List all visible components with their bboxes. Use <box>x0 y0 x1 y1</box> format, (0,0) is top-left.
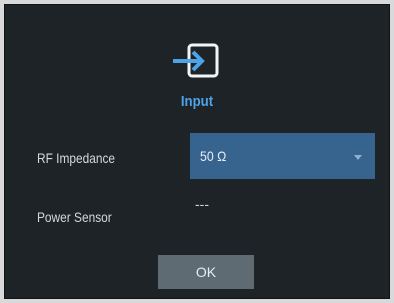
input-dialog: Input RF Impedance 50 Ω Power Sensor ---… <box>4 4 390 299</box>
rf-impedance-value: 50 Ω <box>200 148 227 164</box>
ok-button[interactable]: OK <box>158 255 254 289</box>
dialog-header: Input <box>5 35 389 115</box>
power-sensor-label: Power Sensor <box>37 209 112 225</box>
rf-impedance-label: RF Impedance <box>37 150 116 166</box>
chevron-down-icon <box>354 155 362 160</box>
rf-impedance-dropdown[interactable]: 50 Ω <box>190 133 375 179</box>
input-arrow-icon <box>171 43 225 79</box>
dialog-title: Input <box>180 93 214 110</box>
power-sensor-value: --- <box>195 196 209 212</box>
